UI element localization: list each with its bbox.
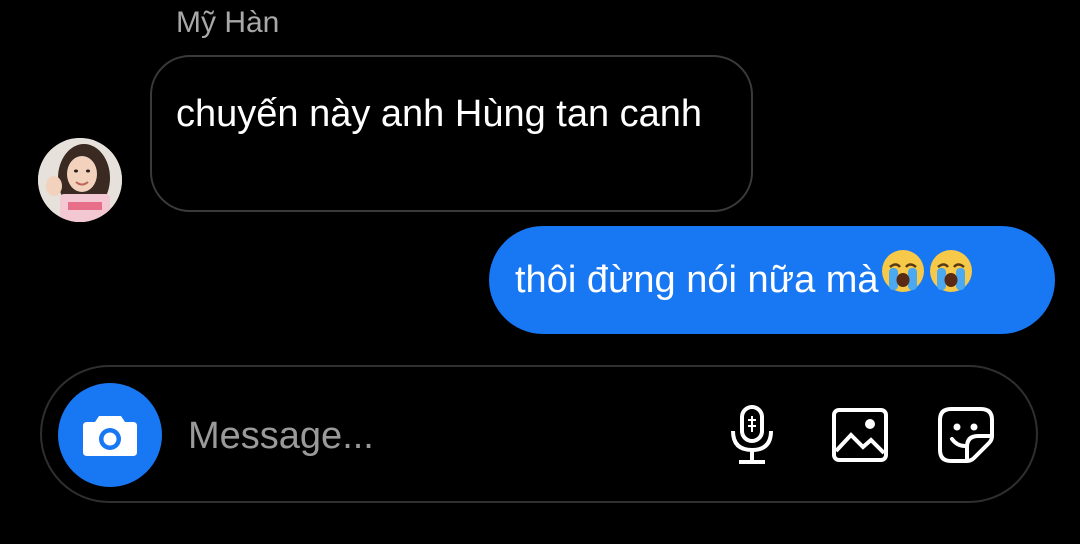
avatar[interactable] [38, 138, 122, 222]
message-input[interactable] [188, 411, 688, 461]
incoming-message-bubble[interactable]: chuyến này anh Hùng tan canh [150, 55, 753, 212]
sticker-button[interactable] [934, 403, 998, 467]
loudly-crying-emoji-icon [879, 247, 927, 308]
camera-button[interactable] [58, 383, 162, 487]
loudly-crying-emoji-icon [927, 247, 975, 308]
camera-icon [83, 416, 137, 456]
sender-name: Mỹ Hàn [176, 6, 280, 39]
sticker-icon [938, 407, 994, 463]
message-composer [40, 365, 1038, 503]
outgoing-message-text: thôi đừng nói nữa mà [515, 259, 879, 301]
microphone-icon [731, 405, 773, 464]
avatar-photo [38, 138, 122, 222]
voice-message-button[interactable] [720, 403, 784, 467]
gallery-button[interactable] [828, 403, 892, 467]
incoming-message-text: chuyến này anh Hùng tan canh [176, 93, 703, 135]
image-icon [832, 408, 888, 462]
outgoing-message-bubble[interactable]: thôi đừng nói nữa mà [489, 226, 1055, 334]
